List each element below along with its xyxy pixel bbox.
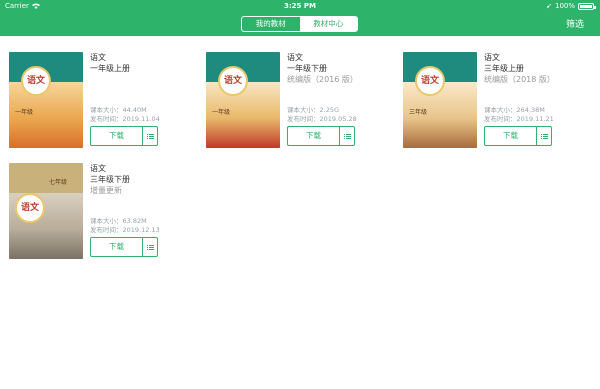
book-date: 2019.11.21 [516,115,554,123]
book-volume: 一年级下册 [287,64,327,73]
status-time: 3:25 PM [284,2,316,10]
battery-icon [578,2,596,10]
location-icon: ➹ [546,2,552,10]
download-button[interactable]: 下载 [485,127,536,145]
book-date: 2019.11.04 [122,115,160,123]
list-icon[interactable] [142,127,157,145]
cover-emblem: 语文 [218,66,248,96]
book-cover[interactable]: 语文 三年级 [403,52,477,148]
download-button[interactable]: 下载 [91,127,142,145]
book-date: 2019.05.28 [319,115,357,123]
book-volume: 三年级上册 [484,64,524,73]
list-icon[interactable] [142,238,157,256]
book-card: 语文 一年级 语文 一年级上册 课本大小：44.40M 发布时间：2019.11… [9,52,209,162]
battery-percent: 100% [554,2,575,10]
cover-grade: 一年级 [212,109,231,116]
cover-grade: 一年级 [15,109,34,116]
cover-emblem: 语文 [21,66,51,96]
book-cover[interactable]: 语文 七年级 [9,163,83,259]
list-icon[interactable] [339,127,354,145]
book-meta: 课本大小：63.82M 发布时间：2019.12.13 [90,217,160,234]
download-button[interactable]: 下载 [288,127,339,145]
book-card: 语文 一年级 语文 一年级下册 统编版（2016 版） 课本大小：2.25G 发… [206,52,406,162]
book-volume: 一年级上册 [90,64,130,73]
book-volume: 三年级下册 [90,175,130,184]
top-bar: Carrier 3:25 PM ➹ 100% 我的教材 教材中心 筛选 [0,0,600,36]
download-button[interactable]: 下载 [91,238,142,256]
segmented-control: 我的教材 教材中心 [241,16,358,32]
book-subject: 语文 [287,53,303,62]
book-card: 语文 三年级 语文 三年级上册 统编版（2018 版） 课本大小：264.38M… [403,52,600,162]
book-meta: 课本大小：44.40M 发布时间：2019.11.04 [90,106,160,123]
book-date: 2019.12.13 [122,226,160,234]
book-subject: 语文 [484,53,500,62]
book-edition: 统编版（2016 版） [287,75,358,84]
cover-emblem: 语文 [415,66,445,96]
book-size: 63.82M [122,217,147,225]
book-size: 2.25G [319,106,340,114]
cover-emblem: 语文 [15,193,45,223]
book-meta: 课本大小：2.25G 发布时间：2019.05.28 [287,106,357,123]
cover-grade: 三年级 [409,109,428,116]
book-subject: 语文 [90,164,106,173]
book-edition: 统编版（2018 版） [484,75,555,84]
list-icon[interactable] [536,127,551,145]
book-size: 264.38M [516,106,545,114]
book-cover[interactable]: 语文 一年级 [206,52,280,148]
book-size: 44.40M [122,106,147,114]
tab-my-textbooks[interactable]: 我的教材 [242,17,300,31]
book-card: 语文 七年级 语文 三年级下册 增量更新 课本大小：63.82M 发布时间：20… [9,163,209,273]
cover-grade: 七年级 [49,179,68,186]
filter-button[interactable]: 筛选 [566,17,584,30]
book-edition: 增量更新 [90,186,122,195]
book-subject: 语文 [90,53,106,62]
tab-textbook-center[interactable]: 教材中心 [299,17,357,31]
status-bar: Carrier 3:25 PM ➹ 100% [0,0,600,12]
book-meta: 课本大小：264.38M 发布时间：2019.11.21 [484,106,554,123]
book-cover[interactable]: 语文 一年级 [9,52,83,148]
